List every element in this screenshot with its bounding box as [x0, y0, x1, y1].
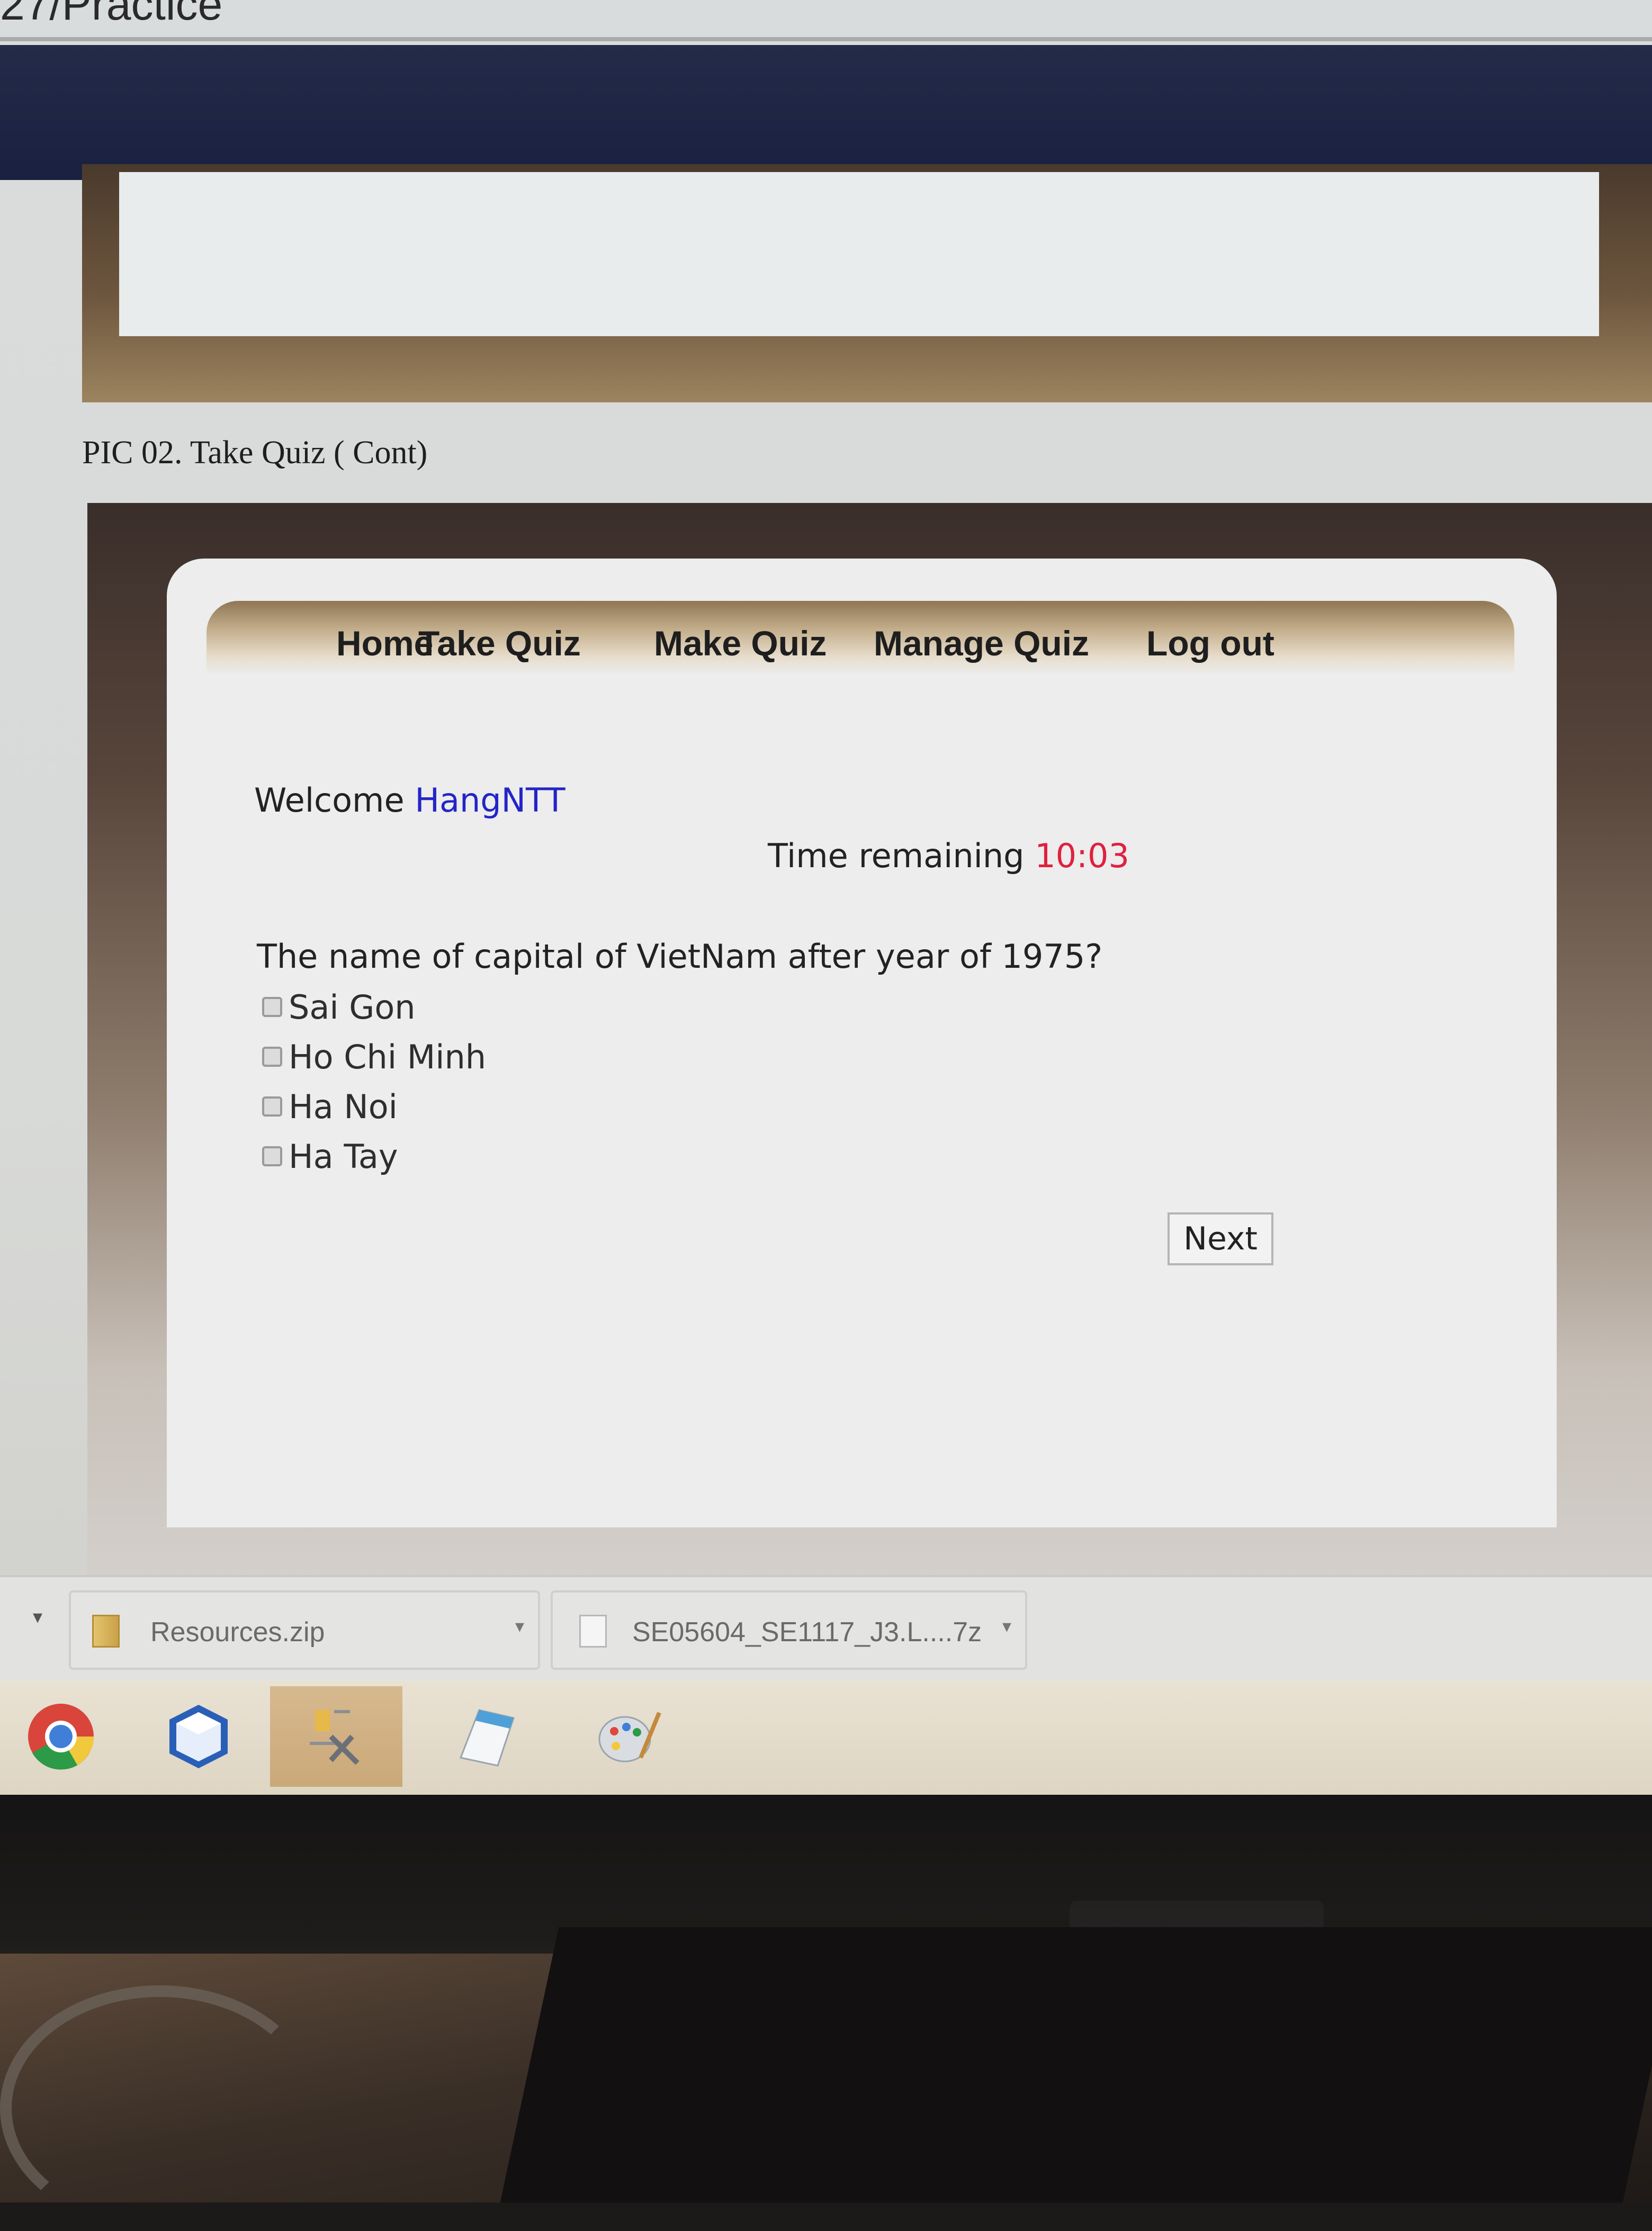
- answer-checkbox[interactable]: [262, 997, 282, 1017]
- chevron-down-icon[interactable]: ▾: [1002, 1616, 1011, 1637]
- download-filename[interactable]: Resources.zip: [150, 1616, 325, 1648]
- taskbar-cube-app-button[interactable]: [132, 1686, 265, 1787]
- answer-option[interactable]: Sai Gon: [262, 982, 486, 1032]
- document-title: 27/Practice: [0, 0, 223, 29]
- taskbar-paint-button[interactable]: [561, 1686, 694, 1787]
- download-bar: ▾ Resources.zip ▾ SE05604_SE1117_J3.L...…: [0, 1575, 1652, 1683]
- timer-value: 10:03: [1035, 836, 1129, 875]
- answer-label[interactable]: Ha Tay: [289, 1137, 398, 1176]
- taskbar-chrome-button[interactable]: [0, 1686, 127, 1787]
- file-icon: [579, 1615, 607, 1648]
- download-filename[interactable]: SE05604_SE1117_J3.L....7z: [632, 1616, 982, 1648]
- chevron-down-icon[interactable]: ▾: [33, 1606, 42, 1628]
- taskbar: [0, 1681, 1652, 1795]
- timer-label: Time remaining: [768, 836, 1025, 875]
- cable: [0, 1985, 320, 2231]
- main-nav: Home Take Quiz Make Quiz Manage Quiz Log…: [206, 601, 1514, 675]
- nav-manage-quiz-link[interactable]: Manage Quiz: [874, 623, 1089, 663]
- next-button[interactable]: Next: [1168, 1212, 1273, 1265]
- section-caption: PIC 02. Take Quiz ( Cont): [82, 435, 428, 471]
- notepad-icon: [459, 1709, 515, 1767]
- keyboard-shadow: [500, 1927, 1652, 2202]
- paint-icon: [598, 1712, 661, 1762]
- welcome-username: HangNTT: [415, 781, 565, 820]
- previous-picture-frame: [82, 164, 1652, 402]
- tools-app-icon: [310, 1710, 360, 1765]
- nav-make-quiz-link[interactable]: Make Quiz: [654, 623, 827, 663]
- time-remaining: Time remaining 10:03: [768, 836, 1129, 875]
- cube-app-icon: [169, 1705, 228, 1768]
- download-item[interactable]: Resources.zip ▾: [69, 1590, 540, 1670]
- answer-options: Sai Gon Ho Chi Minh Ha Noi Ha Tay: [262, 982, 486, 1181]
- answer-checkbox[interactable]: [262, 1047, 282, 1067]
- taskbar-tools-app-button[interactable]: [270, 1686, 402, 1787]
- chrome-icon: [28, 1704, 94, 1770]
- taskbar-notepad-button[interactable]: [418, 1686, 551, 1787]
- answer-option[interactable]: Ha Noi: [262, 1082, 486, 1131]
- nav-log-out-link[interactable]: Log out: [1146, 623, 1274, 663]
- quiz-screenshot-frame: Home Take Quiz Make Quiz Manage Quiz Log…: [87, 503, 1652, 1588]
- question-text: The name of capital of VietNam after yea…: [257, 937, 1103, 976]
- answer-label[interactable]: Ha Noi: [289, 1087, 398, 1126]
- download-item[interactable]: SE05604_SE1117_J3.L....7z ▾: [551, 1590, 1027, 1670]
- monitor-bezel: [0, 1795, 1652, 2231]
- welcome-prefix: Welcome: [254, 781, 405, 820]
- welcome-message: Welcome HangNTT: [254, 781, 565, 820]
- answer-option[interactable]: Ha Tay: [262, 1131, 486, 1181]
- chevron-down-icon[interactable]: ▾: [515, 1616, 524, 1637]
- zip-file-icon: [92, 1615, 120, 1648]
- answer-label[interactable]: Ho Chi Minh: [289, 1038, 486, 1076]
- title-divider: [0, 37, 1652, 41]
- quiz-page: Home Take Quiz Make Quiz Manage Quiz Log…: [167, 559, 1557, 1527]
- previous-picture-content: [119, 172, 1599, 336]
- answer-option[interactable]: Ho Chi Minh: [262, 1032, 486, 1082]
- header-band: [0, 45, 1652, 180]
- screen: 27/Practice PIC 02. Take Quiz ( Cont) Ho…: [0, 0, 1652, 1795]
- answer-checkbox[interactable]: [262, 1096, 282, 1117]
- answer-label[interactable]: Sai Gon: [289, 988, 416, 1027]
- nav-take-quiz-link[interactable]: Take Quiz: [418, 623, 581, 663]
- answer-checkbox[interactable]: [262, 1146, 282, 1166]
